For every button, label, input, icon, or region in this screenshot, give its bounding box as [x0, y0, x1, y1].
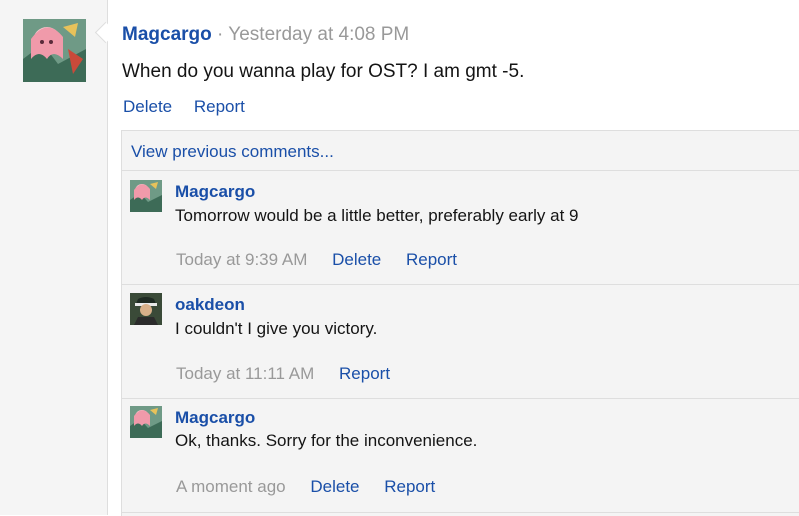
comment-avatar[interactable]: [130, 293, 162, 325]
comment-time[interactable]: A moment ago: [176, 477, 286, 496]
comment-avatar[interactable]: [130, 406, 162, 438]
profile-column: [0, 0, 108, 515]
post-author[interactable]: Magcargo: [122, 24, 212, 45]
comment-text: Ok, thanks. Sorry for the inconvenience.: [175, 431, 478, 450]
post-time[interactable]: Yesterday at 4:08 PM: [228, 24, 409, 45]
comment-meta: A moment ago Delete Report: [176, 477, 455, 497]
comment-time[interactable]: Today at 11:11 AM: [176, 364, 314, 383]
avatar-image-icon: [130, 406, 162, 438]
comments-section: View previous comments... Magcargo Tomor…: [121, 130, 799, 516]
avatar-image-icon: [23, 19, 86, 82]
comment-report-link[interactable]: Report: [339, 364, 390, 383]
comment-report-link[interactable]: Report: [384, 477, 435, 496]
comment-author[interactable]: oakdeon: [175, 295, 245, 315]
comment-meta: Today at 9:39 AM Delete Report: [176, 250, 477, 270]
post-delete-link[interactable]: Delete: [123, 97, 172, 116]
avatar-image-icon: [130, 180, 162, 212]
divider: [122, 512, 799, 513]
post-separator: ·: [217, 24, 224, 45]
comment-time[interactable]: Today at 9:39 AM: [176, 250, 307, 269]
post-header: Magcargo · Yesterday at 4:08 PM: [122, 22, 409, 48]
comment-report-link[interactable]: Report: [406, 250, 457, 269]
comment-item: Magcargo Ok, thanks. Sorry for the incon…: [122, 399, 799, 512]
comment-avatar[interactable]: [130, 180, 162, 212]
comment-author[interactable]: Magcargo: [175, 182, 255, 202]
comment-text: Tomorrow would be a little better, prefe…: [175, 206, 579, 225]
comment-delete-link[interactable]: Delete: [310, 477, 359, 496]
comment-meta: Today at 11:11 AM Report: [176, 364, 410, 384]
comment-text: I couldn't I give you victory.: [175, 319, 378, 338]
post-report-link[interactable]: Report: [194, 97, 245, 116]
post-actions: Delete Report: [123, 95, 262, 119]
view-previous-comments-link[interactable]: View previous comments...: [131, 142, 334, 162]
comment-item: oakdeon I couldn't I give you victory. T…: [122, 285, 799, 398]
avatar[interactable]: [23, 19, 86, 82]
post-text: When do you wanna play for OST? I am gmt…: [122, 61, 525, 82]
comment-item: Magcargo Tomorrow would be a little bett…: [122, 171, 799, 284]
avatar-image-icon: [130, 293, 162, 325]
comment-author[interactable]: Magcargo: [175, 408, 255, 428]
comment-delete-link[interactable]: Delete: [332, 250, 381, 269]
